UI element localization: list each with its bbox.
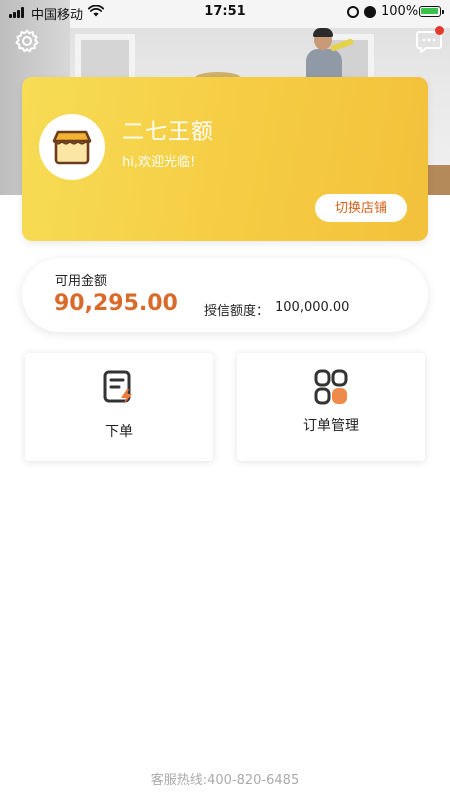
rotation-lock-icon	[347, 6, 359, 18]
store-icon	[52, 130, 92, 165]
store-name: 二七王额	[122, 120, 215, 145]
unread-badge	[435, 26, 444, 35]
gear-icon[interactable]	[14, 28, 40, 54]
place-order-label: 下单	[105, 424, 133, 440]
available-amount-value: 90,295.00	[54, 291, 178, 316]
grid-icon	[314, 369, 348, 405]
service-hotline[interactable]: 客服热线:400-820-6485	[0, 769, 450, 788]
status-bar: 中国移动 17:51 100%	[0, 0, 450, 24]
switch-store-button[interactable]: 切换店铺	[315, 194, 407, 222]
welcome-text: hi,欢迎光临!	[122, 155, 196, 170]
battery-percent: 100%	[381, 4, 419, 19]
order-management-label: 订单管理	[303, 418, 359, 434]
available-amount-label: 可用金额	[55, 274, 108, 289]
order-management-tile[interactable]: 订单管理	[237, 353, 425, 461]
order-icon	[103, 370, 132, 404]
alarm-icon	[364, 6, 376, 18]
message-button[interactable]	[416, 26, 444, 54]
battery-icon	[419, 6, 444, 17]
store-card: 二七王额 hi,欢迎光临! 切换店铺	[22, 77, 428, 241]
place-order-tile[interactable]: 下单	[25, 353, 213, 461]
credit-limit-value: 100,000.00	[275, 300, 350, 315]
store-avatar	[39, 114, 105, 180]
credit-limit-label: 授信额度：	[204, 304, 270, 319]
balance-card: 可用金额 90,295.00 授信额度： 100,000.00	[22, 258, 428, 332]
